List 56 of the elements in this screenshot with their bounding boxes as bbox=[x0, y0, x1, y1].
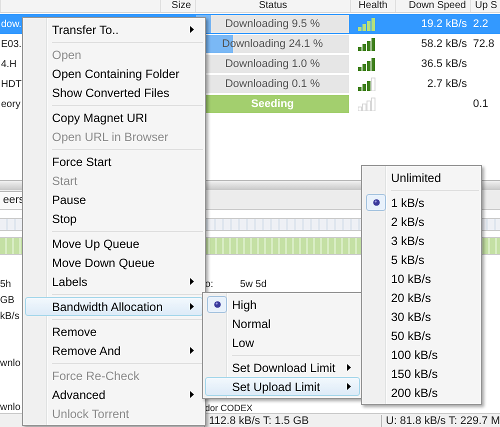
detail-text: wnlo bbox=[0, 359, 21, 369]
up-speed: 2.2 bbox=[472, 18, 490, 30]
menu-item[interactable]: 1 kB/s bbox=[364, 193, 479, 212]
menu-item[interactable]: Move Up Queue bbox=[25, 234, 203, 253]
status-text: Downloading 9.5 % bbox=[225, 18, 320, 30]
menu-item[interactable]: Advanced bbox=[25, 385, 203, 404]
menu-item[interactable]: Remove And bbox=[25, 341, 203, 360]
menu-item[interactable]: 30 kB/s bbox=[364, 307, 479, 326]
menu-item[interactable]: 3 kB/s bbox=[364, 231, 479, 250]
torrent-name: E03. bbox=[0, 38, 23, 50]
detail-text: wnlo bbox=[0, 403, 21, 413]
column-header[interactable]: Down Speed bbox=[395, 0, 470, 12]
menu-item[interactable]: 5 kB/s bbox=[364, 250, 479, 269]
menu-item[interactable]: Labels bbox=[25, 272, 203, 291]
menu-item[interactable]: 100 kB/s bbox=[364, 345, 479, 364]
up-speed: 72.8 bbox=[472, 38, 496, 50]
up-speed: 0.1 bbox=[472, 98, 490, 110]
down-speed: 36.5 kB/s bbox=[420, 58, 468, 70]
column-header[interactable]: Up S bbox=[470, 0, 500, 12]
torrent-name: dow. bbox=[0, 18, 23, 30]
torrent-name: eory bbox=[0, 98, 22, 110]
menu-item[interactable]: Force Start bbox=[25, 152, 203, 171]
menu-item[interactable]: Low bbox=[205, 333, 360, 352]
column-header[interactable]: Status bbox=[195, 0, 350, 12]
status-text: Downloading 0.1 % bbox=[225, 78, 320, 90]
menu-item[interactable]: Unlimited bbox=[364, 168, 479, 187]
menu-item[interactable]: 150 kB/s bbox=[364, 364, 479, 383]
upload-status: U: 81.8 kB/s T: 229.7 M bbox=[380, 414, 500, 426]
detail-text: kB/s bbox=[0, 312, 20, 322]
menu-item[interactable]: 2 kB/s bbox=[364, 212, 479, 231]
status-text: Seeding bbox=[251, 98, 294, 110]
menu-item[interactable]: Stop bbox=[25, 209, 203, 228]
menu-item[interactable]: Move Down Queue bbox=[25, 253, 203, 272]
detail-text: GB bbox=[0, 296, 14, 306]
column-header[interactable]: Health bbox=[350, 0, 395, 12]
down-speed: 58.2 kB/s bbox=[420, 38, 468, 50]
column-header[interactable]: Size bbox=[160, 0, 195, 12]
detail-text: 5h bbox=[0, 280, 12, 290]
radio-dot-icon bbox=[214, 301, 220, 308]
torrent-name: HDT bbox=[0, 78, 23, 90]
menu-item[interactable]: 20 kB/s bbox=[364, 288, 479, 307]
menu-item[interactable]: Bandwidth Allocation bbox=[25, 297, 203, 316]
status-text: Downloading 1.0 % bbox=[225, 58, 320, 70]
down-speed: 2.7 kB/s bbox=[426, 78, 468, 90]
menu-item[interactable]: 50 kB/s bbox=[364, 326, 479, 345]
menu-item[interactable]: 10 kB/s bbox=[364, 269, 479, 288]
menu-item[interactable]: High bbox=[205, 295, 360, 314]
menu-item[interactable]: Set Download Limit bbox=[205, 358, 360, 377]
radio-dot-icon bbox=[372, 199, 380, 206]
menu-item[interactable]: Normal bbox=[205, 314, 360, 333]
torrent-name: 4.H bbox=[0, 58, 18, 70]
detail-value: 5w 5d bbox=[240, 280, 267, 290]
menu-item[interactable]: Set Upload Limit bbox=[205, 377, 360, 396]
menu-item[interactable]: 200 kB/s bbox=[364, 383, 479, 402]
down-speed: 19.2 kB/s bbox=[420, 18, 468, 30]
menu-item[interactable]: Remove bbox=[25, 322, 203, 341]
